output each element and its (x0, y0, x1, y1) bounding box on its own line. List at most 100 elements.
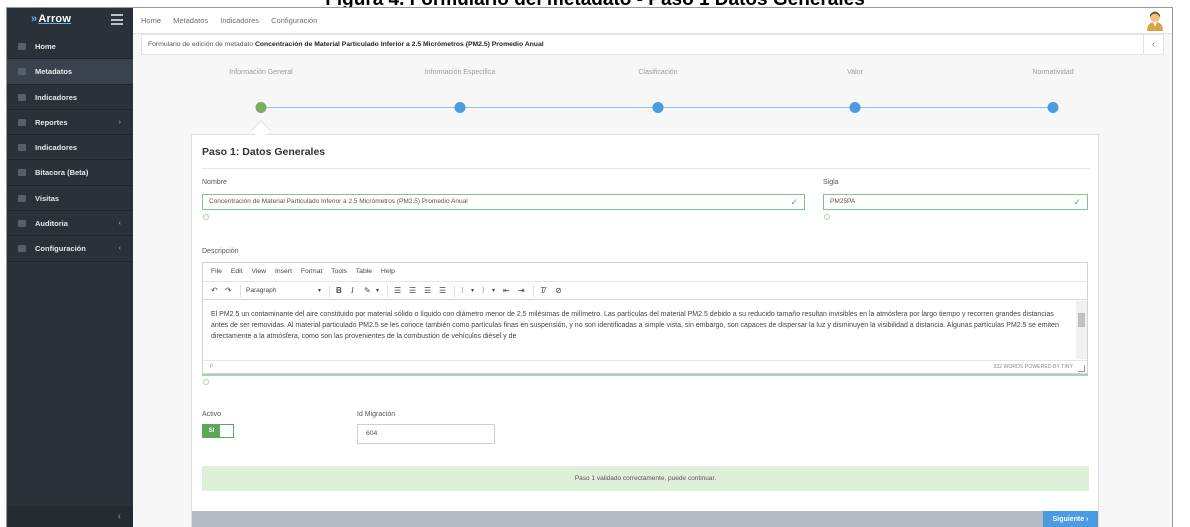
step-label-general[interactable]: Información General (229, 69, 292, 76)
chevron-down-icon[interactable]: ▾ (376, 282, 379, 300)
chevron-down-icon[interactable]: ▾ (492, 282, 495, 300)
menu-table[interactable]: Table (356, 268, 372, 275)
chevron-left-icon: ‹ (118, 245, 121, 253)
block-format-select[interactable]: Paragraph (246, 282, 276, 300)
sidebar-item-label: Configuración (35, 244, 86, 254)
collapse-sidebar-icon[interactable]: ‹ (118, 511, 121, 522)
menu-view[interactable]: View (251, 268, 266, 275)
menu-help[interactable]: Help (381, 268, 395, 275)
breadcrumb: Formulario de edición de metadato Concen… (141, 34, 1164, 55)
redo-icon[interactable]: ↷ (225, 282, 232, 300)
sidebar-item-reportes[interactable]: Reportes › (7, 110, 133, 136)
step-label-especifica[interactable]: Información Especifica (425, 69, 495, 76)
nombre-label: Nombre (202, 179, 227, 186)
editor-scrollbar[interactable] (1076, 301, 1087, 359)
step-label-clasificacion[interactable]: Clasificación (638, 69, 677, 76)
audit-icon (18, 220, 26, 228)
align-right-icon[interactable]: ☰ (424, 282, 431, 300)
menu-file[interactable]: File (211, 268, 222, 275)
menu-insert[interactable]: Insert (275, 268, 292, 275)
sidebar: Home Metadatos Indicadores Reportes › Ind… (7, 34, 133, 527)
user-avatar-icon[interactable] (1146, 11, 1164, 31)
rich-text-editor: File Edit View Insert Format Tools Table… (202, 262, 1088, 374)
menu-edit[interactable]: Edit (231, 268, 243, 275)
brand-logo[interactable]: »Arrow (31, 13, 71, 25)
topnav-configuracion[interactable]: Configuración (271, 16, 317, 25)
menu-tools[interactable]: Tools (331, 268, 347, 275)
activo-toggle[interactable]: SI (202, 424, 234, 438)
stats-icon (18, 194, 26, 202)
sidebar-item-label: Home (35, 42, 56, 51)
italic-icon[interactable]: I (351, 282, 354, 300)
sigla-value: PM25PA (830, 198, 856, 205)
sidebar-item-metadatos[interactable]: Metadatos (7, 59, 133, 85)
descripcion-label: Descripción (202, 248, 239, 255)
next-button[interactable]: Siguiente › (1043, 511, 1098, 527)
undo-icon[interactable]: ↶ (211, 282, 218, 300)
bullet-list-icon[interactable]: ⁝ (461, 282, 464, 300)
align-center-icon[interactable]: ☰ (409, 282, 416, 300)
chevron-down-icon[interactable]: ▾ (471, 282, 474, 300)
outdent-icon[interactable]: ⇤ (503, 282, 510, 300)
toggle-on-label: SI (203, 425, 220, 437)
numbered-list-icon[interactable]: ⁝ (482, 282, 485, 300)
step-dot-normatividad[interactable] (1047, 102, 1059, 113)
step-label-valor[interactable]: Valor (847, 69, 863, 76)
editor-content[interactable]: El PM2.5 un contaminante del aire consti… (203, 300, 1077, 360)
sidebar-item-label: Indicadores (35, 92, 78, 102)
back-button[interactable]: ‹ (1143, 35, 1163, 55)
step-dot-valor[interactable] (849, 102, 861, 113)
resize-handle-icon[interactable] (1078, 365, 1085, 372)
sigla-label: Sigla (823, 179, 839, 186)
app-window: »Arrow Home Metadatos Indicadores Config… (6, 7, 1173, 527)
sigla-input[interactable]: PM25PA ✓ (823, 194, 1088, 210)
wizard-steps: Información General Información Especifi… (133, 55, 1172, 140)
separator (533, 285, 534, 297)
sidebar-item-indicadores[interactable]: Indicadores (7, 85, 133, 110)
sidebar-item-visitas[interactable]: Visitas (7, 186, 133, 212)
bold-icon[interactable]: B (336, 282, 342, 300)
breadcrumb-prefix: Formulario de edición de metadato (148, 41, 254, 48)
align-justify-icon[interactable]: ☰ (439, 282, 446, 300)
sidebar-item-home[interactable]: Home (7, 34, 133, 60)
editor-valid-bar (202, 374, 1088, 376)
sidebar-item-auditoria[interactable]: Auditoria ‹ (7, 211, 133, 237)
valid-indicator-icon (824, 214, 830, 220)
topnav-home[interactable]: Home (141, 16, 161, 25)
nombre-input[interactable]: Concentración de Material Particulado In… (202, 194, 805, 210)
top-bar: »Arrow Home Metadatos Indicadores Config… (7, 8, 1172, 34)
sidebar-item-label: Bitacora (Beta) (35, 168, 89, 178)
hamburger-menu-icon[interactable] (111, 14, 123, 25)
menu-format[interactable]: Format (301, 268, 323, 275)
step-dot-general[interactable] (255, 102, 267, 113)
indent-icon[interactable]: ⇥ (518, 282, 525, 300)
align-left-icon[interactable]: ☰ (394, 282, 401, 300)
breadcrumb-title: Concentración de Material Particulado In… (254, 41, 544, 48)
activo-label: Activo (202, 411, 222, 418)
gear-icon (18, 245, 26, 253)
sidebar-item-configuracion[interactable]: Configuración ‹ (7, 236, 133, 262)
logo-chevron-icon: » (31, 13, 38, 25)
chevron-down-icon[interactable]: ▾ (318, 282, 321, 300)
step-dot-especifica[interactable] (454, 102, 466, 113)
separator (387, 285, 388, 297)
separator (454, 285, 455, 297)
step-dot-clasificacion[interactable] (652, 102, 664, 113)
nombre-value: Concentración de Material Particulado In… (209, 198, 468, 205)
top-nav: Home Metadatos Indicadores Configuración (141, 16, 327, 25)
sidebar-item-label: Visitas (35, 193, 60, 203)
editor-toolbar: ↶ ↷ Paragraph ▾ B I ✎ ▾ ☰ ☰ ☰ ☰ ⁝ ▾ ⁝ ▾ … (203, 281, 1087, 300)
id-migracion-input[interactable]: 604 (357, 424, 495, 444)
topnav-indicadores[interactable]: Indicadores (220, 16, 259, 25)
topnav-metadatos[interactable]: Metadatos (173, 16, 208, 25)
sidebar-item-label: Metadatos (35, 67, 73, 77)
element-path: P (210, 364, 214, 370)
help-icon[interactable]: ⊘ (555, 282, 562, 300)
form-footer: Siguiente › (192, 511, 1098, 527)
step-label-normatividad[interactable]: Normatividad (1032, 69, 1073, 76)
clear-format-icon[interactable]: T̸ (540, 282, 545, 300)
sidebar-item-bitacora[interactable]: Bitacora (Beta) (7, 160, 133, 186)
sidebar-item-label: Indicadores (35, 143, 78, 153)
highlight-color-icon[interactable]: ✎ (364, 282, 371, 300)
sidebar-item-indicadores-2[interactable]: Indicadores (7, 135, 133, 161)
